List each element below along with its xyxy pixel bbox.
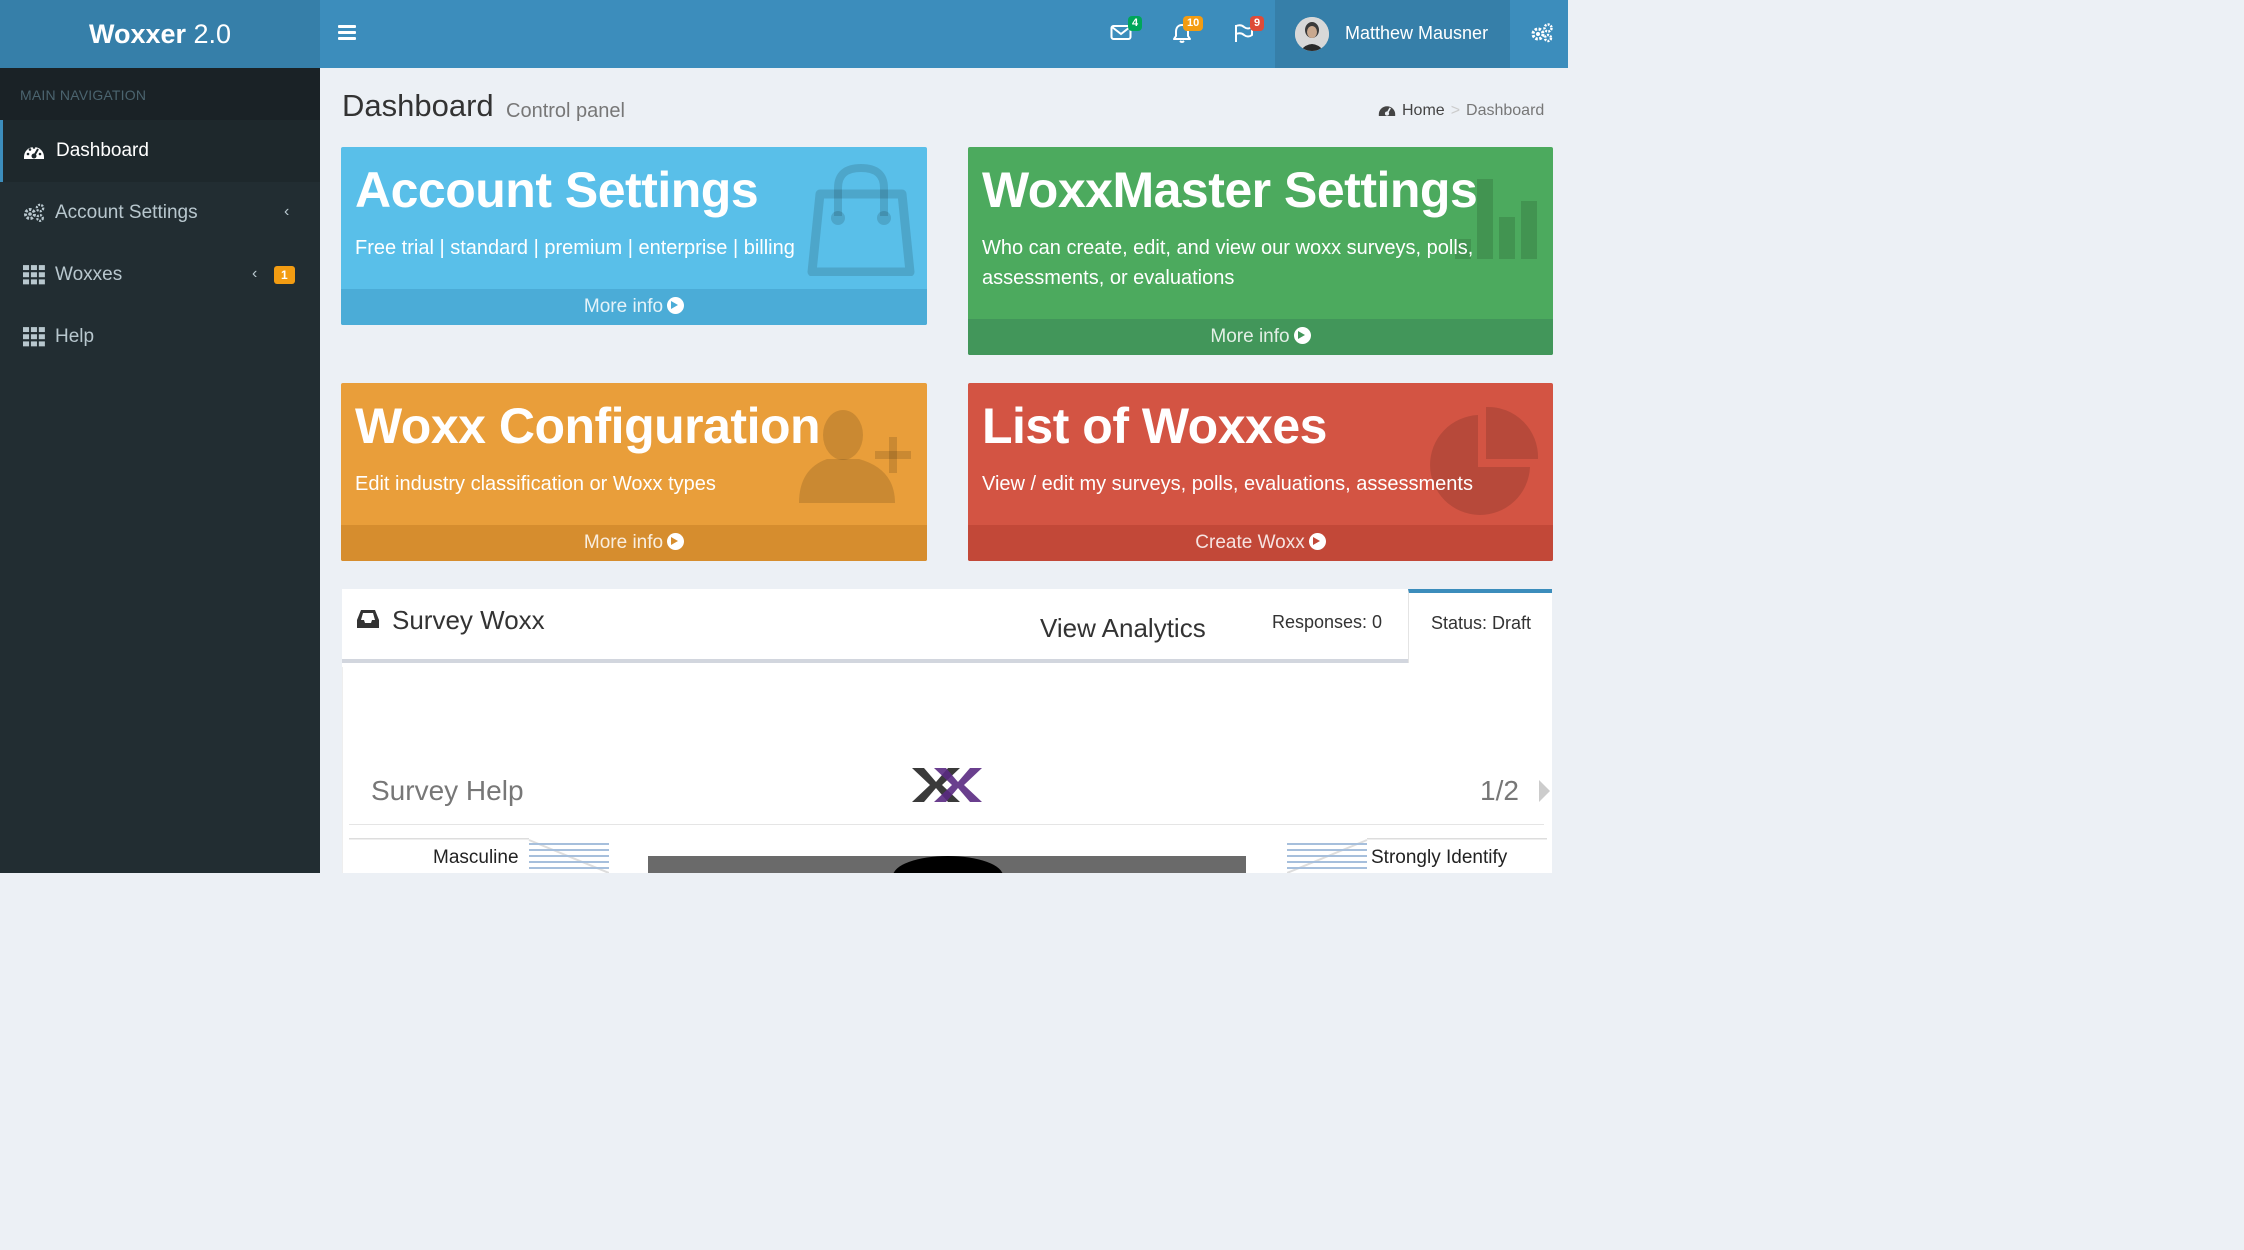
sidebar-item-help[interactable]: Help	[0, 306, 320, 368]
sidebar-item-label: Account Settings	[55, 202, 198, 223]
survey-help-label[interactable]: Survey Help	[371, 775, 524, 807]
avatar	[1295, 17, 1329, 51]
arrow-circle-right-icon	[667, 297, 685, 314]
page-title: Dashboard	[342, 88, 494, 123]
account-settings-box: Account Settings Free trial | standard |…	[341, 147, 927, 325]
user-menu[interactable]: Matthew Mausner	[1275, 0, 1510, 68]
scale-right-label: Strongly Identify	[1371, 847, 1508, 868]
control-sidebar-button[interactable]	[1510, 0, 1568, 68]
breadcrumb-current: Dashboard	[1466, 102, 1545, 119]
box-title: WoxxMaster Settings	[982, 162, 1478, 218]
create-woxx-link[interactable]: Create Woxx	[968, 525, 1553, 561]
dashboard-icon	[1378, 106, 1396, 117]
next-page-icon[interactable]	[1539, 780, 1550, 802]
sidebar-item-label: Dashboard	[56, 140, 149, 161]
app-logo[interactable]: Woxxer 2.0	[0, 0, 320, 68]
logo-version: 2.0	[186, 19, 232, 49]
divider	[349, 824, 1544, 825]
tasks-count-badge: 9	[1250, 16, 1265, 31]
arrow-circle-right-icon	[1293, 327, 1311, 344]
survey-panel-header: Survey Woxx View Analytics Responses: 0 …	[342, 589, 1552, 663]
breadcrumb-home-link[interactable]: Home	[1402, 102, 1445, 119]
chevron-left-icon: ‹	[252, 265, 258, 282]
survey-image	[648, 856, 1246, 873]
more-info-label: More info	[583, 296, 664, 317]
box-title: Woxx Configuration	[355, 398, 821, 454]
grid-icon	[23, 327, 45, 347]
sidebar-header: MAIN NAVIGATION	[0, 68, 320, 120]
sidebar-item-label: Help	[55, 326, 95, 347]
sidebar: MAIN NAVIGATION Dashboard Account Settin…	[0, 68, 320, 873]
grid-icon	[23, 265, 45, 285]
chevron-left-icon: ‹	[284, 203, 290, 220]
shopping-bag-icon	[807, 164, 915, 276]
box-description: View / edit my surveys, polls, evaluatio…	[982, 473, 1473, 495]
more-info-label: More info	[1210, 326, 1290, 347]
user-name: Matthew Mausner	[1345, 23, 1489, 43]
gears-icon	[1531, 23, 1553, 43]
woxxes-count-badge: 1	[274, 266, 295, 284]
status-tab[interactable]: Status: Draft	[1408, 589, 1552, 663]
sidebar-item-label: Woxxes	[55, 264, 123, 285]
sidebar-item-account-settings[interactable]: Account Settings ‹	[0, 182, 320, 244]
breadcrumb-separator: >	[1450, 102, 1461, 119]
page-subtitle: Control panel	[506, 100, 625, 122]
create-woxx-label: Create Woxx	[1195, 532, 1305, 553]
more-info-link[interactable]: More info	[341, 289, 927, 325]
survey-preview: Survey Help 1/2 Masculine Strongly Ident…	[342, 667, 1552, 873]
box-title: List of Woxxes	[982, 398, 1327, 454]
woxx-logo-icon	[912, 768, 982, 802]
responses-tab[interactable]: Responses: 0	[1272, 612, 1382, 633]
scale-left-label: Masculine	[433, 847, 519, 868]
sidebar-toggle-button[interactable]	[338, 22, 362, 44]
survey-panel: Survey Woxx View Analytics Responses: 0 …	[342, 589, 1552, 873]
arrow-circle-right-icon	[1308, 533, 1326, 550]
notifications-count-badge: 10	[1183, 16, 1204, 31]
messages-button[interactable]: 4	[1102, 16, 1143, 52]
sidebar-item-dashboard[interactable]: Dashboard	[0, 120, 320, 182]
more-info-link[interactable]: More info	[968, 319, 1553, 355]
box-description: Free trial | standard | premium | enterp…	[355, 237, 795, 259]
tasks-button[interactable]: 9	[1225, 16, 1265, 52]
notifications-button[interactable]: 10	[1163, 16, 1204, 52]
page-indicator: 1/2	[1480, 775, 1519, 806]
more-info-label: More info	[583, 532, 664, 553]
box-description: Edit industry classification or Woxx typ…	[355, 473, 716, 495]
inbox-icon	[357, 610, 379, 628]
sidebar-item-woxxes[interactable]: Woxxes ‹ 1	[0, 244, 320, 306]
view-analytics-tab[interactable]: View Analytics	[1040, 613, 1206, 644]
arrow-circle-right-icon	[667, 533, 685, 550]
gears-icon	[24, 203, 45, 222]
box-title: Account Settings	[355, 162, 759, 218]
dashboard-icon	[24, 146, 44, 159]
woxxmaster-settings-box: WoxxMaster Settings Who can create, edit…	[968, 147, 1553, 355]
top-navbar: Woxxer 2.0 4 10 9 Matthew Mausner	[0, 0, 1568, 68]
woxx-configuration-box: Woxx Configuration Edit industry classif…	[341, 383, 927, 561]
more-info-link[interactable]: More info	[341, 525, 927, 561]
logo-name: Woxxer	[88, 19, 186, 49]
breadcrumb: Home > Dashboard	[1378, 102, 1544, 120]
status-label: Status: Draft	[1431, 613, 1532, 633]
messages-count-badge: 4	[1128, 16, 1143, 31]
box-description: Who can create, edit, and view our woxx …	[982, 237, 1474, 289]
survey-title: Survey Woxx	[392, 605, 545, 635]
list-of-woxxes-box: List of Woxxes View / edit my surveys, p…	[968, 383, 1553, 561]
